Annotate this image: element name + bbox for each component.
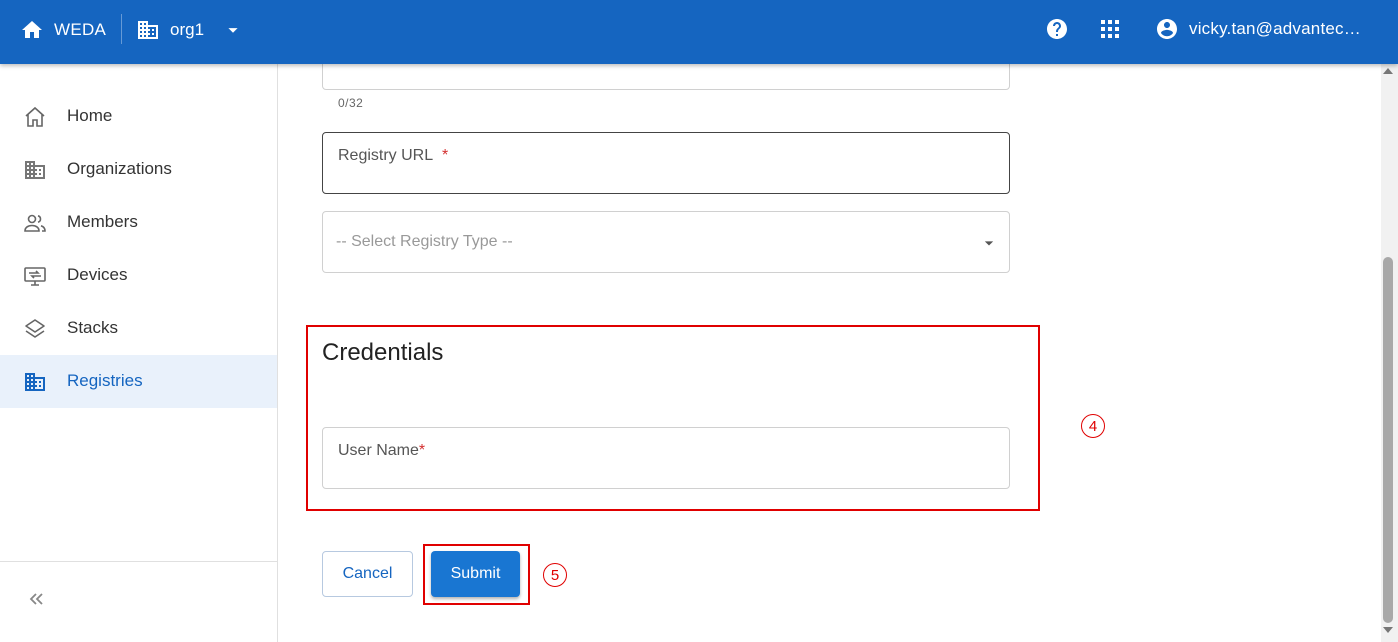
step-marker-4: 4: [1081, 414, 1105, 438]
apps-grid-icon: [1101, 20, 1119, 38]
registry-url-label: Registry URL *: [338, 147, 449, 164]
registry-type-select[interactable]: -- Select Registry Type --: [322, 211, 1010, 273]
user-email: vicky.tan@advantech.com: [1189, 19, 1369, 38]
scroll-up-arrow-icon[interactable]: [1383, 68, 1393, 74]
scroll-down-arrow-icon[interactable]: [1383, 627, 1393, 633]
sidebar-item-stacks[interactable]: Stacks: [0, 302, 277, 355]
sidebar-item-organizations[interactable]: Organizations: [0, 143, 277, 196]
sidebar-item-label: Devices: [67, 265, 128, 284]
sidebar-item-members[interactable]: Members: [0, 196, 277, 249]
sidebar-item-label: Organizations: [67, 159, 172, 178]
app-name: WEDA: [54, 20, 107, 39]
top-app-bar: WEDA org1 vicky.tan@advantech.com: [0, 0, 1398, 64]
char-counter: 0/32: [338, 96, 364, 110]
sidebar-item-devices[interactable]: Devices: [0, 249, 277, 302]
credentials-heading: Credentials: [322, 339, 444, 366]
username-input[interactable]: User Name*: [322, 427, 1010, 489]
help-icon: [1047, 19, 1067, 39]
apps-button[interactable]: [1099, 18, 1121, 40]
building-icon: [23, 158, 47, 182]
divider: [121, 14, 122, 44]
sidebar-item-label: Home: [67, 106, 113, 125]
account-circle-icon: [1157, 19, 1177, 39]
home-outline-icon: [23, 105, 47, 129]
scrollbar-thumb[interactable]: [1383, 257, 1393, 623]
sidebar-item-label: Stacks: [67, 318, 119, 337]
collapse-sidebar-button[interactable]: [24, 587, 48, 611]
help-button[interactable]: [1045, 17, 1069, 41]
sidebar: Home Organizations Members Devices Stack…: [0, 64, 278, 642]
sidebar-item-label: Registries: [67, 371, 143, 390]
sidebar-item-registries[interactable]: Registries: [0, 355, 277, 408]
step-marker-5: 5: [543, 563, 567, 587]
people-icon: [23, 211, 47, 235]
building-icon: [23, 370, 47, 394]
sidebar-divider: [0, 561, 277, 562]
user-menu[interactable]: vicky.tan@advantech.com: [1155, 17, 1369, 41]
sidebar-item-label: Members: [67, 212, 138, 231]
home-icon: [22, 21, 42, 38]
org-selector[interactable]: org1: [136, 18, 244, 42]
submit-button[interactable]: Submit: [431, 551, 520, 597]
username-label: User Name*: [338, 442, 426, 459]
caret-down-icon: [228, 28, 238, 33]
monitor-icon: [23, 264, 47, 288]
double-chevron-left-icon: [29, 593, 43, 605]
sidebar-item-home[interactable]: Home: [0, 90, 277, 143]
layers-icon: [23, 317, 47, 341]
org-name: org1: [170, 20, 205, 39]
building-icon: [138, 21, 158, 39]
home-link[interactable]: WEDA: [20, 18, 106, 42]
cancel-button[interactable]: Cancel: [322, 551, 413, 597]
registry-type-placeholder: -- Select Registry Type --: [336, 233, 513, 250]
registry-url-input[interactable]: Registry URL *: [322, 132, 1010, 194]
dropdown-arrow-icon: [984, 241, 994, 246]
